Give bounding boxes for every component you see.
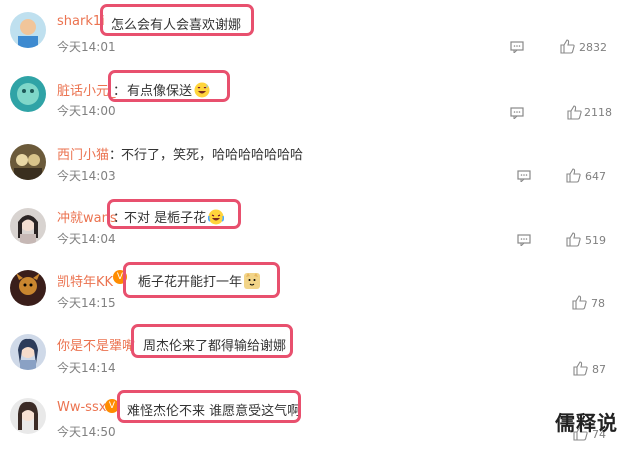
username[interactable]: 脏话小元_ (57, 80, 116, 99)
avatar[interactable] (10, 208, 46, 244)
comment-item: shark1i 怎么会有人会喜欢谢娜 今天14:01 2832 (0, 0, 628, 62)
avatar[interactable] (10, 76, 46, 112)
comment-item: Ww-ssx V 难怪杰伦不来 谁愿意受这气啊 今天14:50 74 (0, 390, 628, 452)
reply-icon[interactable] (510, 41, 524, 53)
username[interactable]: 凯特年KK (57, 271, 113, 290)
highlight-box (107, 199, 241, 229)
comment-item: 脏话小元_ ： 有点像保送 今天14:00 2118 (0, 68, 628, 130)
comment-item: 冲就wans ： 不对 是栀子花 今天14:04 519 (0, 198, 628, 260)
highlight-box (123, 262, 280, 298)
comment-text: 不行了，笑死，哈哈哈哈哈哈哈 (121, 148, 304, 163)
highlight-box (131, 324, 293, 358)
thumbs-up-icon[interactable] (566, 168, 581, 183)
like-count: 87 (592, 363, 606, 376)
timestamp: 今天14:14 (57, 361, 116, 375)
timestamp: 今天14:01 (57, 40, 116, 54)
avatar[interactable] (10, 144, 46, 180)
timestamp: 今天14:04 (57, 232, 116, 246)
thumbs-up-icon[interactable] (567, 105, 582, 120)
like-count: 519 (585, 234, 606, 247)
comment-item: 凯特年KK V 栀子花开能打一年 今天14:15 78 (0, 262, 628, 324)
thumbs-up-icon[interactable] (572, 295, 587, 310)
comment-item: 你是不是犟嘴 周杰伦来了都得输给谢娜 今天14:14 87 (0, 324, 628, 388)
thumbs-up-icon[interactable] (566, 232, 581, 247)
highlight-box (100, 4, 254, 36)
like-count: 78 (591, 297, 605, 310)
thumbs-up-icon[interactable] (560, 39, 575, 54)
timestamp: 今天14:00 (57, 104, 116, 118)
timestamp: 今天14:03 (57, 169, 116, 183)
like-count: 647 (585, 170, 606, 183)
timestamp: 今天14:15 (57, 296, 116, 310)
reply-icon[interactable] (517, 170, 531, 182)
reply-icon[interactable] (510, 107, 524, 119)
watermark: 儒释说 (555, 411, 618, 435)
avatar[interactable] (10, 270, 46, 306)
timestamp: 今天14:50 (57, 425, 116, 439)
comment-item: 西门小猫 ： 不行了，笑死，哈哈哈哈哈哈哈 今天14:03 647 (0, 136, 628, 198)
username[interactable]: shark1i (57, 14, 105, 29)
reply-icon[interactable] (517, 234, 531, 246)
username[interactable]: Ww-ssx (57, 400, 106, 415)
username[interactable]: 你是不是犟嘴 (57, 335, 135, 354)
highlight-box (108, 70, 230, 102)
avatar[interactable] (10, 12, 46, 48)
thumbs-up-icon[interactable] (573, 361, 588, 376)
like-count: 2832 (579, 41, 607, 54)
avatar[interactable] (10, 334, 46, 370)
like-count: 2118 (584, 106, 612, 119)
avatar[interactable] (10, 398, 46, 434)
highlight-box (117, 390, 301, 423)
username[interactable]: 西门小猫 (57, 144, 109, 163)
